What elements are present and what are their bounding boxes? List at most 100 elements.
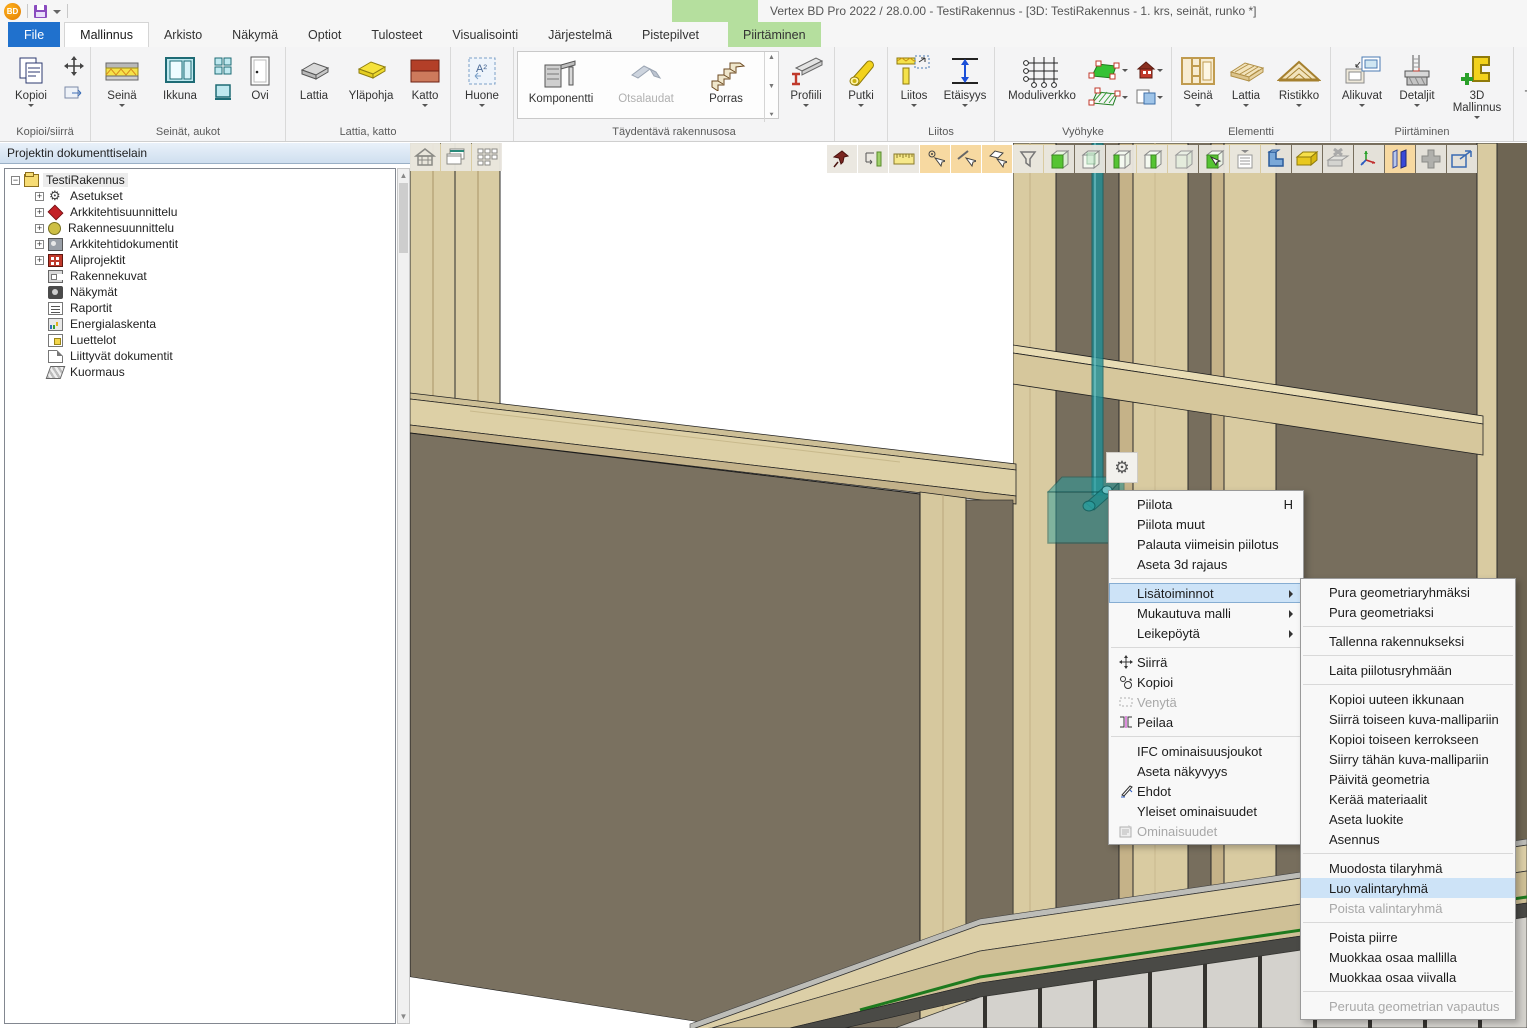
- menu-item-yleiset-ominaisuudet[interactable]: Yleiset ominaisuudet: [1109, 801, 1303, 821]
- menu-item-mukautuva-malli[interactable]: Mukautuva malli: [1109, 603, 1303, 623]
- tools-button[interactable]: Työkalut: [1517, 49, 1527, 110]
- menu-item-peilaa[interactable]: Peilaa: [1109, 712, 1303, 732]
- menu-item-piilota[interactable]: PiilotaH: [1109, 494, 1303, 514]
- app-logo[interactable]: BD: [4, 3, 21, 20]
- menu-item-keraa-materiaalit[interactable]: Kerää materiaalit: [1301, 789, 1515, 809]
- window-button[interactable]: Ikkuna: [152, 49, 208, 102]
- window-grid-button[interactable]: [210, 55, 236, 79]
- cube-pale-icon[interactable]: [1168, 145, 1198, 173]
- plus-gray-icon[interactable]: [1416, 145, 1446, 173]
- part-blue-icon[interactable]: [1261, 145, 1291, 173]
- tab-tulosteet[interactable]: Tulosteet: [356, 22, 437, 47]
- menu-item-palauta-viimeisin-piilotus[interactable]: Palauta viimeisin piilotus: [1109, 534, 1303, 554]
- cube-solid-green-icon[interactable]: [1044, 145, 1074, 173]
- menu-item-poista-piirre[interactable]: Poista piirre: [1301, 927, 1515, 947]
- tree-item-luettelot[interactable]: Luettelot: [5, 332, 395, 348]
- slabs-blue-icon[interactable]: [1385, 145, 1415, 173]
- joint-button[interactable]: Liitos: [891, 49, 937, 110]
- menu-item-ehdot[interactable]: Ehdot: [1109, 781, 1303, 801]
- door-button[interactable]: Ovi: [238, 49, 282, 102]
- tab-piirtaminen[interactable]: Piirtäminen: [728, 22, 821, 47]
- box-yellow-icon[interactable]: [1292, 145, 1322, 173]
- menu-item-siirra-toiseen-kuva-mallipariin[interactable]: Siirrä toiseen kuva-mallipariin: [1301, 709, 1515, 729]
- 3d-modeling-button[interactable]: 3D Mallinnus: [1444, 49, 1510, 122]
- menu-item-luo-valintaryhma[interactable]: Luo valintaryhmä: [1301, 878, 1515, 898]
- cube-right-green-icon[interactable]: [1137, 145, 1167, 173]
- copy-button[interactable]: Kopioi: [3, 49, 59, 110]
- expand-icon[interactable]: +: [35, 208, 44, 217]
- tree-item-nakymat[interactable]: Näkymät: [5, 284, 395, 300]
- module-grid-button[interactable]: Moduliverkko: [998, 49, 1086, 102]
- cube-wire-icon[interactable]: [1075, 145, 1105, 173]
- tree-item-arkkitehtisuunnittelu[interactable]: +Arkkitehtisuunnittelu: [5, 204, 395, 220]
- profile-button[interactable]: Profiili: [781, 49, 831, 110]
- wall-button[interactable]: Seinä: [94, 49, 150, 110]
- ruler-icon[interactable]: [889, 145, 919, 173]
- pipe-button[interactable]: Putki: [838, 49, 884, 110]
- menu-item-ifc-ominaisuusjoukot[interactable]: IFC ominaisuusjoukot: [1109, 741, 1303, 761]
- expand-icon[interactable]: +: [35, 240, 44, 249]
- tree-item-energialaskenta[interactable]: Energialaskenta: [5, 316, 395, 332]
- menu-item-kopioi-toiseen-kerrokseen[interactable]: Kopioi toiseen kerrokseen: [1301, 729, 1515, 749]
- menu-item-asennus[interactable]: Asennus: [1301, 829, 1515, 849]
- menu-item-paivita-geometria[interactable]: Päivitä geometria: [1301, 769, 1515, 789]
- expand-icon[interactable]: +: [35, 224, 44, 233]
- expand-icon[interactable]: +: [35, 192, 44, 201]
- tree-item-asetukset[interactable]: +Asetukset: [5, 188, 395, 204]
- gallery-scroll-arrows[interactable]: ▲▼⯆: [764, 52, 778, 122]
- top-floor-button[interactable]: Yläpohja: [341, 49, 401, 102]
- cube-left-green-icon[interactable]: [1106, 145, 1136, 173]
- tree-item-raportit[interactable]: Raportit: [5, 300, 395, 316]
- tree-item-kuormaus[interactable]: Kuormaus: [5, 364, 395, 380]
- building-frame-icon[interactable]: [410, 143, 440, 171]
- truss-button[interactable]: Ristikko: [1271, 49, 1327, 110]
- paste-link-button[interactable]: [61, 82, 87, 106]
- tree-item-testirakennus[interactable]: −TestiRakennus: [5, 172, 395, 188]
- menu-item-aseta-luokite[interactable]: Aseta luokite: [1301, 809, 1515, 829]
- stairs-button[interactable]: Porras: [688, 52, 764, 105]
- tree-item-liittyvat-dokumentit[interactable]: Liittyvät dokumentit: [5, 348, 395, 364]
- details-button[interactable]: Detaljit: [1392, 49, 1442, 110]
- menu-item-siirry-tahan-kuva-mallipariin[interactable]: Siirry tähän kuva-mallipariin: [1301, 749, 1515, 769]
- collapse-icon[interactable]: −: [11, 176, 20, 185]
- expand-icon[interactable]: +: [35, 256, 44, 265]
- quick-gear-button[interactable]: ⚙: [1106, 452, 1138, 483]
- zone-house-button[interactable]: [1130, 59, 1168, 83]
- menu-item-leikepoyta[interactable]: Leikepöytä: [1109, 623, 1303, 643]
- zone-overlap-button[interactable]: [1130, 86, 1168, 110]
- menu-item-aseta-nakyvyys[interactable]: Aseta näkyvyys: [1109, 761, 1303, 781]
- move-button[interactable]: [61, 55, 87, 79]
- menu-item-pura-geometriaksi[interactable]: Pura geometriaksi: [1301, 602, 1515, 622]
- menu-item-muokkaa-osaa-mallilla[interactable]: Muokkaa osaa mallilla: [1301, 947, 1515, 967]
- export-view-icon[interactable]: [1447, 145, 1477, 173]
- window-small-button[interactable]: [210, 82, 236, 106]
- pin-icon[interactable]: [827, 145, 857, 173]
- filter-icon[interactable]: [1013, 145, 1043, 173]
- tab-pistepilvet[interactable]: Pistepilvet: [627, 22, 714, 47]
- cascade-windows-icon[interactable]: [441, 143, 471, 171]
- tree-item-rakennekuvat[interactable]: Rakennekuvat: [5, 268, 395, 284]
- box-delete-icon[interactable]: [1323, 145, 1353, 173]
- list-dropdown-icon[interactable]: [1230, 145, 1260, 173]
- tab-visualisointi[interactable]: Visualisointi: [437, 22, 533, 47]
- snap-face-cursor-icon[interactable]: [982, 145, 1012, 173]
- tree-scrollbar[interactable]: ▲ ▼: [397, 168, 410, 1024]
- menu-item-muokkaa-osaa-viivalla[interactable]: Muokkaa osaa viivalla: [1301, 967, 1515, 987]
- scrollbar-thumb[interactable]: [399, 183, 408, 253]
- measure-drag-icon[interactable]: [858, 145, 888, 173]
- menu-item-laita-piilotusryhmaan[interactable]: Laita piilotusryhmään: [1301, 660, 1515, 680]
- save-icon[interactable]: [34, 5, 47, 18]
- menu-item-piilota-muut[interactable]: Piilota muut: [1109, 514, 1303, 534]
- tree-item-rakennesuunnittelu[interactable]: +Rakennesuunnittelu: [5, 220, 395, 236]
- zone-polygon-button[interactable]: [1088, 59, 1128, 83]
- chevron-down-icon[interactable]: [53, 2, 61, 21]
- tab-optiot[interactable]: Optiot: [293, 22, 356, 47]
- zone-hatch-button[interactable]: [1088, 86, 1128, 110]
- menu-item-pura-geometriaryhmaksi[interactable]: Pura geometriaryhmäksi: [1301, 582, 1515, 602]
- roof-button[interactable]: Katto: [403, 49, 447, 110]
- menu-item-siirra[interactable]: Siirrä: [1109, 652, 1303, 672]
- cube-select-icon[interactable]: [1199, 145, 1229, 173]
- menu-item-muodosta-tilaryhma[interactable]: Muodosta tilaryhmä: [1301, 858, 1515, 878]
- tab-jarjestelma[interactable]: Järjestelmä: [533, 22, 627, 47]
- distance-button[interactable]: Etäisyys: [939, 49, 991, 110]
